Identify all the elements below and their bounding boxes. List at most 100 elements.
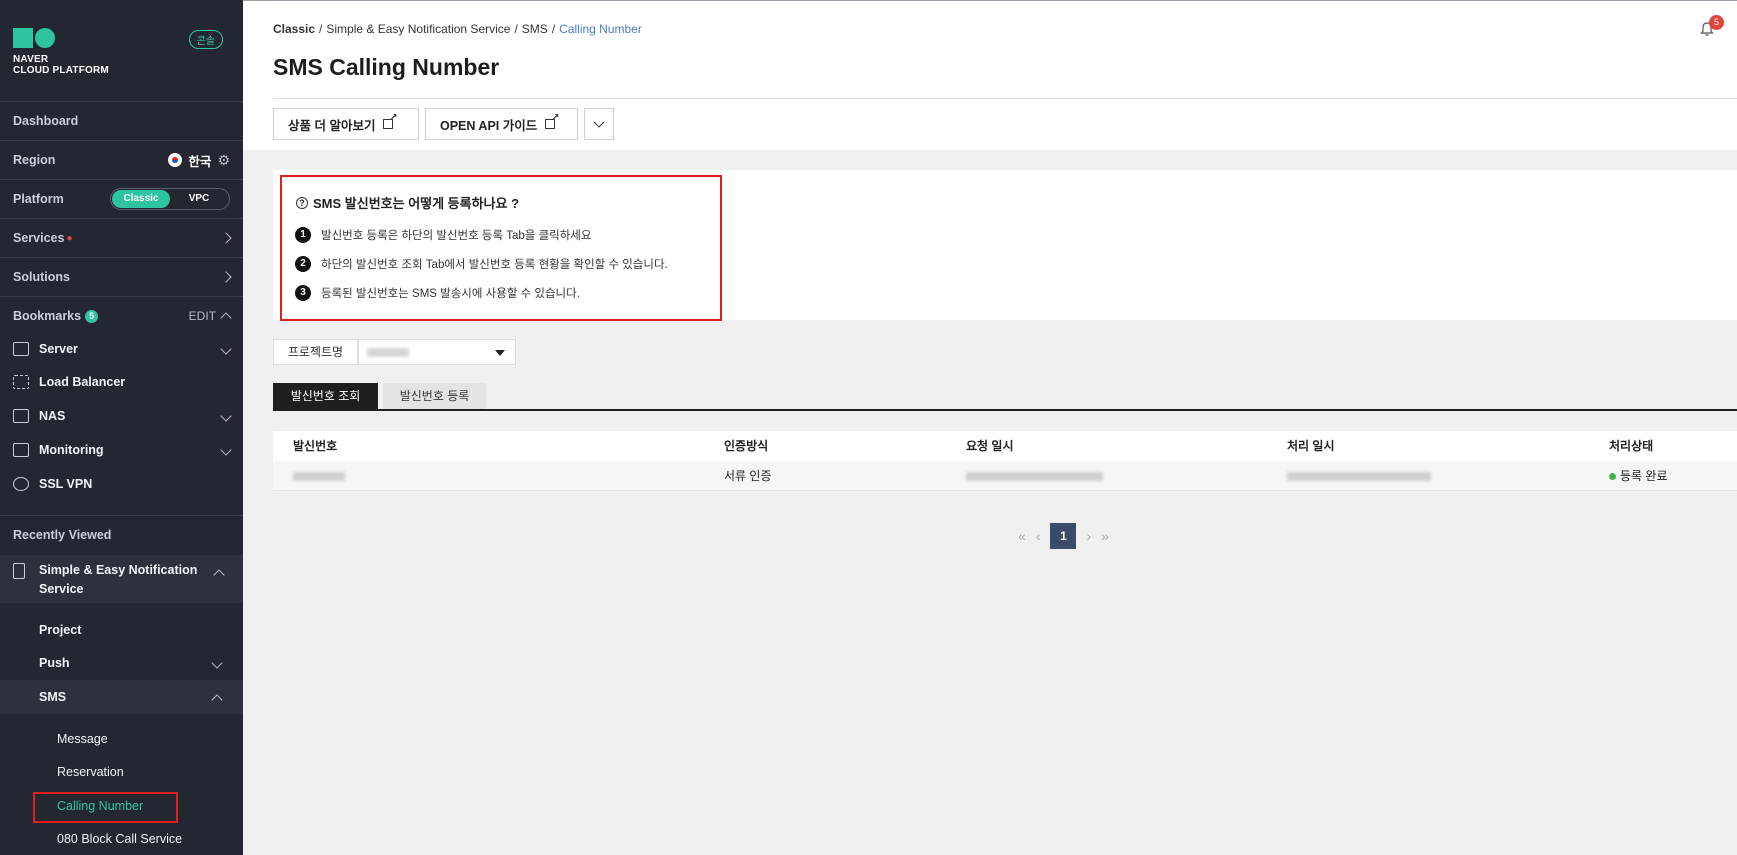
info-step: 3 등록된 발신번호는 SMS 발송시에 사용할 수 있습니다. <box>295 285 580 301</box>
process-time-redacted <box>1287 472 1431 481</box>
sens-sms-row[interactable] <box>0 680 243 714</box>
more-dropdown-button[interactable] <box>584 108 614 140</box>
status-dot-icon <box>1609 473 1616 480</box>
recent-item-label-line2: Service <box>39 582 84 596</box>
bookmark-ssl-vpn-label: SSL VPN <box>39 477 93 491</box>
sens-project[interactable]: Project <box>39 623 81 637</box>
bookmark-load-balancer-label: Load Balancer <box>39 375 126 389</box>
services-label: Services <box>13 231 65 245</box>
open-api-guide-label: OPEN API 가이드 <box>440 118 538 133</box>
sidebar: NAVER CLOUD PLATFORM 콘솔 Dashboard Region … <box>0 0 243 855</box>
first-page-icon[interactable]: « <box>1018 528 1026 544</box>
sens-push[interactable]: Push <box>39 656 70 670</box>
col-request-time: 요청 일시 <box>966 439 1014 453</box>
chevron-down-icon <box>220 410 232 422</box>
chevron-down-icon <box>220 444 232 456</box>
title-divider <box>273 98 1737 99</box>
open-api-guide-button[interactable]: OPEN API 가이드 <box>425 108 578 140</box>
korea-flag-icon <box>168 153 183 167</box>
col-auth-method: 인증방식 <box>724 439 769 453</box>
ssl-vpn-icon <box>13 477 29 491</box>
step-number-2: 2 <box>295 256 311 272</box>
calling-number-table: 발신번호 인증방식 요청 일시 처리 일시 처리상태 서류 인증 등록 완료 <box>273 431 1737 491</box>
info-highlight-box: ? SMS 발신번호는 어떻게 등록하나요 ? 1 발신번호 등록은 하단의 발신번… <box>280 175 722 321</box>
bookmark-monitoring[interactable]: Monitoring <box>0 434 243 466</box>
recently-viewed-header: Recently Viewed <box>0 515 243 554</box>
logo-line2: CLOUD PLATFORM <box>13 65 109 76</box>
last-page-icon[interactable]: » <box>1101 528 1109 544</box>
platform-classic-option[interactable]: Classic <box>112 190 170 208</box>
step-number-1: 1 <box>295 227 311 243</box>
breadcrumb-sms[interactable]: SMS <box>522 22 548 36</box>
bookmarks-label: Bookmarks <box>13 309 82 323</box>
monitoring-icon <box>13 443 29 457</box>
calling-number-redacted <box>293 472 345 481</box>
bookmarks-edit-button[interactable]: EDIT <box>189 309 216 323</box>
nav-bookmarks[interactable]: Bookmarks 5 EDIT <box>0 296 243 335</box>
chevron-down-icon <box>220 343 232 355</box>
chevron-right-icon <box>220 271 232 283</box>
step-number-3: 3 <box>295 285 311 301</box>
question-icon: ? <box>296 196 308 209</box>
sms-message[interactable]: Message <box>57 732 108 746</box>
info-step-text: 하단의 발신번호 조회 Tab에서 발신번호 등록 현황을 확인할 수 있습니다… <box>321 259 668 271</box>
sms-reservation[interactable]: Reservation <box>57 765 124 779</box>
nav-services[interactable]: Services ● <box>0 218 243 257</box>
tab-calling-number-register[interactable]: 발신번호 등록 <box>383 383 486 409</box>
info-step: 1 발신번호 등록은 하단의 발신번호 등록 Tab을 클릭하세요 <box>295 227 591 243</box>
project-value-redacted <box>367 348 409 357</box>
product-info-label: 상품 더 알아보기 <box>288 118 376 133</box>
prev-page-icon[interactable]: ‹ <box>1036 528 1041 544</box>
nav-dashboard[interactable]: Dashboard <box>0 101 243 140</box>
region-value[interactable]: 한국 <box>188 151 211 170</box>
nav-solutions[interactable]: Solutions <box>0 257 243 296</box>
status-value: 등록 완료 <box>1620 469 1668 483</box>
notification-count-badge: 5 <box>1709 15 1724 30</box>
nas-icon <box>13 409 29 423</box>
recently-viewed-label: Recently Viewed <box>13 528 112 542</box>
bookmark-ssl-vpn[interactable]: SSL VPN <box>0 468 243 500</box>
recent-item-label-line1: Simple & Easy Notification <box>39 563 198 577</box>
chevron-down-icon <box>593 116 605 128</box>
chevron-up-icon[interactable] <box>220 312 232 324</box>
col-status: 처리상태 <box>1609 439 1654 453</box>
breadcrumb-sens[interactable]: Simple & Easy Notification Service <box>326 22 510 36</box>
server-icon <box>13 342 29 356</box>
status-cell: 등록 완료 <box>1609 461 1668 491</box>
table-row[interactable]: 서류 인증 등록 완료 <box>273 461 1737 491</box>
nav-region: Region 한국 ⚙ <box>0 140 243 179</box>
bookmark-nas[interactable]: NAS <box>0 400 243 432</box>
bookmark-monitoring-label: Monitoring <box>39 443 104 457</box>
next-page-icon[interactable]: › <box>1086 528 1091 544</box>
breadcrumb-classic[interactable]: Classic <box>273 22 315 36</box>
col-process-time: 처리 일시 <box>1287 439 1335 453</box>
sens-sms[interactable]: SMS <box>39 690 66 704</box>
product-info-button[interactable]: 상품 더 알아보기 <box>273 108 419 140</box>
breadcrumb-calling-number: Calling Number <box>559 22 642 36</box>
sms-080-block-call[interactable]: 080 Block Call Service <box>57 832 182 846</box>
auth-method-value: 서류 인증 <box>724 469 772 483</box>
tab-calling-number-lookup[interactable]: 발신번호 조회 <box>273 383 378 409</box>
bookmark-load-balancer[interactable]: Load Balancer <box>0 366 243 398</box>
region-label: Region <box>13 153 56 167</box>
console-badge[interactable]: 콘솔 <box>188 30 223 49</box>
sens-icon <box>13 563 25 579</box>
project-select[interactable] <box>358 339 516 365</box>
tab-divider <box>273 409 1737 411</box>
gear-icon[interactable]: ⚙ <box>217 152 230 169</box>
breadcrumb: Classic / Simple & Easy Notification Serv… <box>273 22 642 36</box>
chevron-down-icon[interactable] <box>211 657 223 669</box>
page-current[interactable]: 1 <box>1050 523 1077 549</box>
info-step: 2 하단의 발신번호 조회 Tab에서 발신번호 등록 현황을 확인할 수 있습니… <box>295 256 668 272</box>
platform-toggle[interactable]: Classic VPC <box>110 188 230 210</box>
request-time-redacted <box>966 472 1103 481</box>
recent-item-sens[interactable]: Simple & Easy Notification Service <box>0 555 243 603</box>
chevron-up-icon[interactable] <box>213 569 225 581</box>
project-name-label: 프로젝트명 <box>273 339 358 365</box>
platform-vpc-option[interactable]: VPC <box>170 190 228 208</box>
logo-line1: NAVER <box>13 54 49 65</box>
naver-cloud-logo[interactable]: NAVER CLOUD PLATFORM <box>13 28 109 76</box>
bookmark-server[interactable]: Server <box>0 333 243 365</box>
platform-label: Platform <box>13 192 64 206</box>
load-balancer-icon <box>13 375 29 389</box>
